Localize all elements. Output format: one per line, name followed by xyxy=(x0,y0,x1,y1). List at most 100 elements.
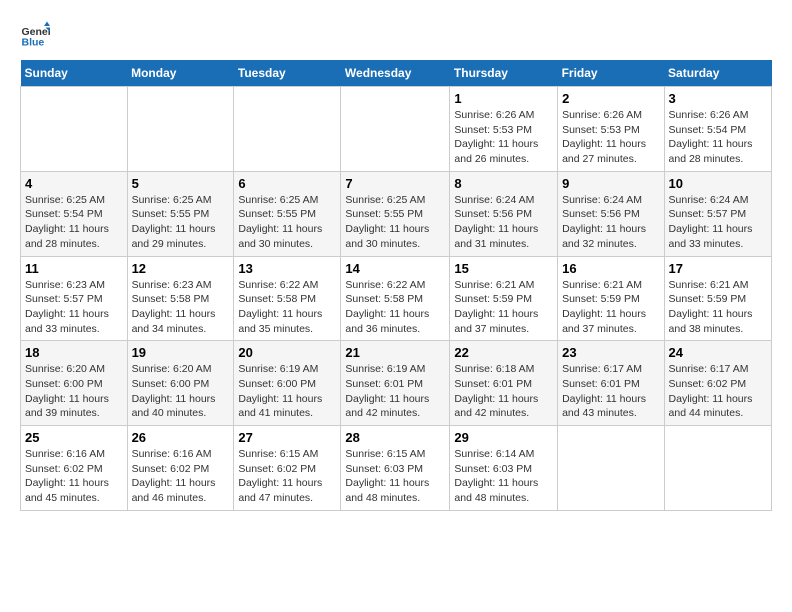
col-header-thursday: Thursday xyxy=(450,60,558,87)
calendar-cell: 26 Sunrise: 6:16 AM Sunset: 6:02 PM Dayli… xyxy=(127,426,234,511)
day-info: Sunrise: 6:14 AM Sunset: 6:03 PM Dayligh… xyxy=(454,447,553,506)
day-info: Sunrise: 6:20 AM Sunset: 6:00 PM Dayligh… xyxy=(132,362,230,421)
day-info: Sunrise: 6:24 AM Sunset: 5:56 PM Dayligh… xyxy=(454,193,553,252)
logo: General Blue xyxy=(20,20,50,50)
day-info: Sunrise: 6:17 AM Sunset: 6:02 PM Dayligh… xyxy=(669,362,767,421)
day-number: 27 xyxy=(238,430,336,445)
day-number: 16 xyxy=(562,261,659,276)
day-number: 6 xyxy=(238,176,336,191)
day-number: 29 xyxy=(454,430,553,445)
calendar-cell: 23 Sunrise: 6:17 AM Sunset: 6:01 PM Dayli… xyxy=(558,341,664,426)
calendar-cell xyxy=(234,87,341,172)
calendar-cell xyxy=(664,426,771,511)
calendar-cell: 1Sunrise: 6:26 AM Sunset: 5:53 PM Daylig… xyxy=(450,87,558,172)
day-number: 7 xyxy=(345,176,445,191)
calendar-cell: 16 Sunrise: 6:21 AM Sunset: 5:59 PM Dayli… xyxy=(558,256,664,341)
day-number: 21 xyxy=(345,345,445,360)
day-number: 13 xyxy=(238,261,336,276)
calendar-cell: 13 Sunrise: 6:22 AM Sunset: 5:58 PM Dayli… xyxy=(234,256,341,341)
calendar-cell: 24 Sunrise: 6:17 AM Sunset: 6:02 PM Dayli… xyxy=(664,341,771,426)
day-info: Sunrise: 6:24 AM Sunset: 5:56 PM Dayligh… xyxy=(562,193,659,252)
day-info: Sunrise: 6:16 AM Sunset: 6:02 PM Dayligh… xyxy=(132,447,230,506)
day-number: 17 xyxy=(669,261,767,276)
calendar-cell: 19 Sunrise: 6:20 AM Sunset: 6:00 PM Dayli… xyxy=(127,341,234,426)
day-info: Sunrise: 6:20 AM Sunset: 6:00 PM Dayligh… xyxy=(25,362,123,421)
day-info: Sunrise: 6:18 AM Sunset: 6:01 PM Dayligh… xyxy=(454,362,553,421)
day-info: Sunrise: 6:21 AM Sunset: 5:59 PM Dayligh… xyxy=(669,278,767,337)
day-number: 20 xyxy=(238,345,336,360)
day-number: 15 xyxy=(454,261,553,276)
calendar-cell: 9 Sunrise: 6:24 AM Sunset: 5:56 PM Daylig… xyxy=(558,171,664,256)
col-header-friday: Friday xyxy=(558,60,664,87)
col-header-saturday: Saturday xyxy=(664,60,771,87)
day-info: Sunrise: 6:17 AM Sunset: 6:01 PM Dayligh… xyxy=(562,362,659,421)
col-header-monday: Monday xyxy=(127,60,234,87)
calendar-cell xyxy=(558,426,664,511)
calendar-cell: 29 Sunrise: 6:14 AM Sunset: 6:03 PM Dayli… xyxy=(450,426,558,511)
day-number: 5 xyxy=(132,176,230,191)
calendar-cell: 3 Sunrise: 6:26 AM Sunset: 5:54 PM Daylig… xyxy=(664,87,771,172)
day-info: Sunrise: 6:26 AM Sunset: 5:54 PM Dayligh… xyxy=(669,108,767,167)
week-row-4: 18 Sunrise: 6:20 AM Sunset: 6:00 PM Dayli… xyxy=(21,341,772,426)
day-info: Sunrise: 6:23 AM Sunset: 5:58 PM Dayligh… xyxy=(132,278,230,337)
week-row-5: 25 Sunrise: 6:16 AM Sunset: 6:02 PM Dayli… xyxy=(21,426,772,511)
day-info: Sunrise: 6:23 AM Sunset: 5:57 PM Dayligh… xyxy=(25,278,123,337)
day-info: Sunrise: 6:25 AM Sunset: 5:55 PM Dayligh… xyxy=(238,193,336,252)
calendar-cell: 17 Sunrise: 6:21 AM Sunset: 5:59 PM Dayli… xyxy=(664,256,771,341)
calendar-cell xyxy=(341,87,450,172)
week-row-3: 11 Sunrise: 6:23 AM Sunset: 5:57 PM Dayli… xyxy=(21,256,772,341)
day-number: 3 xyxy=(669,91,767,106)
day-number: 28 xyxy=(345,430,445,445)
calendar-cell: 4 Sunrise: 6:25 AM Sunset: 5:54 PM Daylig… xyxy=(21,171,128,256)
day-info: Sunrise: 6:24 AM Sunset: 5:57 PM Dayligh… xyxy=(669,193,767,252)
calendar-cell: 10 Sunrise: 6:24 AM Sunset: 5:57 PM Dayli… xyxy=(664,171,771,256)
calendar-cell: 12 Sunrise: 6:23 AM Sunset: 5:58 PM Dayli… xyxy=(127,256,234,341)
day-info: Sunrise: 6:21 AM Sunset: 5:59 PM Dayligh… xyxy=(562,278,659,337)
calendar-table: SundayMondayTuesdayWednesdayThursdayFrid… xyxy=(20,60,772,511)
day-number: 25 xyxy=(25,430,123,445)
day-number: 12 xyxy=(132,261,230,276)
day-number: 9 xyxy=(562,176,659,191)
day-number: 10 xyxy=(669,176,767,191)
calendar-cell xyxy=(127,87,234,172)
calendar-cell: 20 Sunrise: 6:19 AM Sunset: 6:00 PM Dayli… xyxy=(234,341,341,426)
logo-icon: General Blue xyxy=(20,20,50,50)
header: General Blue xyxy=(20,20,772,50)
week-row-1: 1Sunrise: 6:26 AM Sunset: 5:53 PM Daylig… xyxy=(21,87,772,172)
calendar-cell: 21 Sunrise: 6:19 AM Sunset: 6:01 PM Dayli… xyxy=(341,341,450,426)
day-number: 19 xyxy=(132,345,230,360)
day-info: Sunrise: 6:25 AM Sunset: 5:54 PM Dayligh… xyxy=(25,193,123,252)
day-number: 14 xyxy=(345,261,445,276)
day-info: Sunrise: 6:25 AM Sunset: 5:55 PM Dayligh… xyxy=(132,193,230,252)
col-header-tuesday: Tuesday xyxy=(234,60,341,87)
svg-text:Blue: Blue xyxy=(22,37,45,49)
calendar-cell: 25 Sunrise: 6:16 AM Sunset: 6:02 PM Dayli… xyxy=(21,426,128,511)
calendar-cell: 14Sunrise: 6:22 AM Sunset: 5:58 PM Dayli… xyxy=(341,256,450,341)
day-number: 4 xyxy=(25,176,123,191)
day-number: 2 xyxy=(562,91,659,106)
day-info: Sunrise: 6:19 AM Sunset: 6:01 PM Dayligh… xyxy=(345,362,445,421)
calendar-cell: 8 Sunrise: 6:24 AM Sunset: 5:56 PM Daylig… xyxy=(450,171,558,256)
calendar-cell: 5 Sunrise: 6:25 AM Sunset: 5:55 PM Daylig… xyxy=(127,171,234,256)
day-number: 18 xyxy=(25,345,123,360)
col-header-wednesday: Wednesday xyxy=(341,60,450,87)
day-info: Sunrise: 6:22 AM Sunset: 5:58 PM Dayligh… xyxy=(238,278,336,337)
day-number: 8 xyxy=(454,176,553,191)
calendar-cell: 11 Sunrise: 6:23 AM Sunset: 5:57 PM Dayli… xyxy=(21,256,128,341)
calendar-cell: 2Sunrise: 6:26 AM Sunset: 5:53 PM Daylig… xyxy=(558,87,664,172)
day-number: 26 xyxy=(132,430,230,445)
calendar-cell: 7Sunrise: 6:25 AM Sunset: 5:55 PM Daylig… xyxy=(341,171,450,256)
day-number: 11 xyxy=(25,261,123,276)
day-info: Sunrise: 6:16 AM Sunset: 6:02 PM Dayligh… xyxy=(25,447,123,506)
calendar-cell: 27 Sunrise: 6:15 AM Sunset: 6:02 PM Dayli… xyxy=(234,426,341,511)
day-info: Sunrise: 6:19 AM Sunset: 6:00 PM Dayligh… xyxy=(238,362,336,421)
day-number: 24 xyxy=(669,345,767,360)
calendar-cell: 6 Sunrise: 6:25 AM Sunset: 5:55 PM Daylig… xyxy=(234,171,341,256)
calendar-cell: 15Sunrise: 6:21 AM Sunset: 5:59 PM Dayli… xyxy=(450,256,558,341)
day-number: 23 xyxy=(562,345,659,360)
calendar-cell xyxy=(21,87,128,172)
day-number: 1 xyxy=(454,91,553,106)
header-row: SundayMondayTuesdayWednesdayThursdayFrid… xyxy=(21,60,772,87)
week-row-2: 4 Sunrise: 6:25 AM Sunset: 5:54 PM Daylig… xyxy=(21,171,772,256)
day-info: Sunrise: 6:15 AM Sunset: 6:02 PM Dayligh… xyxy=(238,447,336,506)
